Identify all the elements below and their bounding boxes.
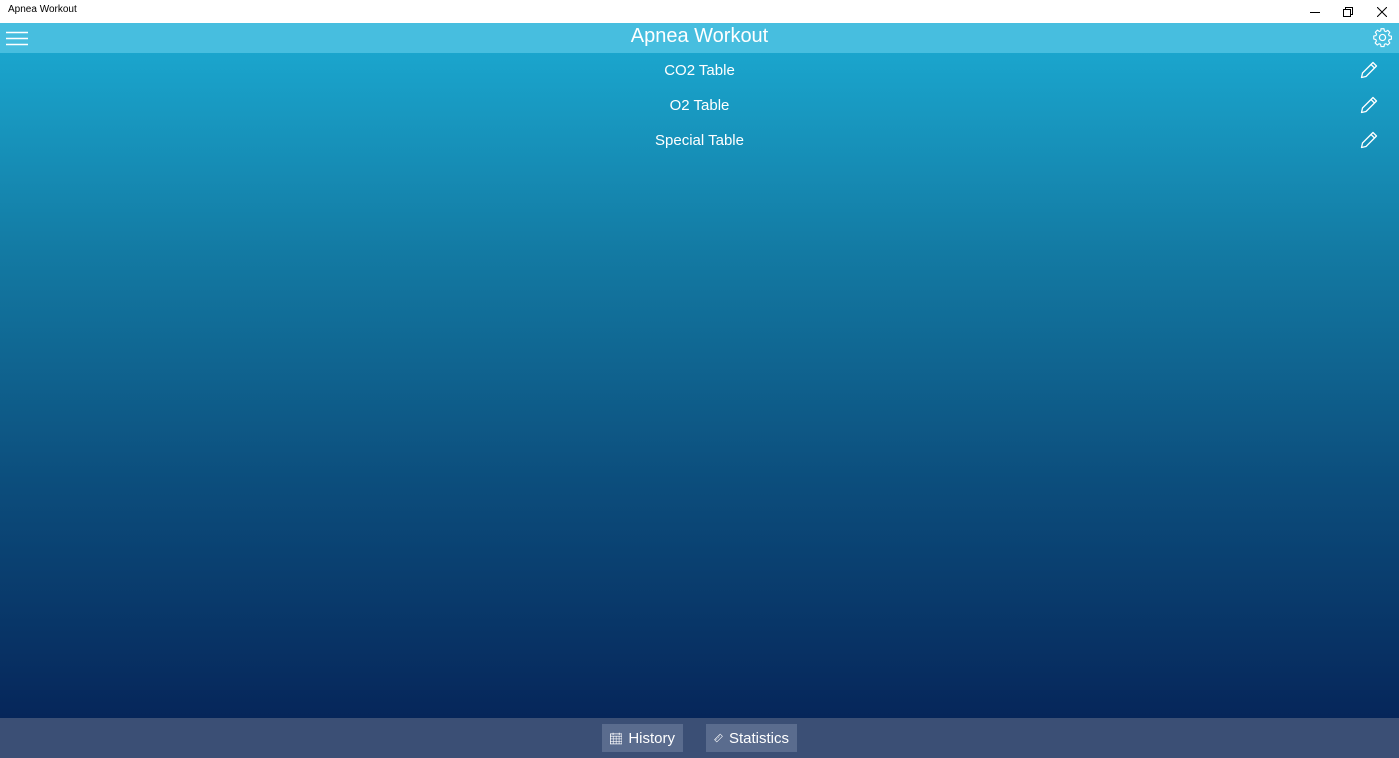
restore-button[interactable]: [1331, 0, 1365, 23]
pencil-icon: [1360, 131, 1378, 149]
table-item-label: CO2 Table: [664, 62, 735, 79]
statistics-button[interactable]: Statistics: [706, 724, 797, 752]
app-title: Apnea Workout: [630, 25, 769, 47]
window-title: Apnea Workout: [8, 4, 77, 15]
history-label: History: [628, 729, 675, 747]
edit-co2-button[interactable]: [1360, 61, 1378, 79]
history-button[interactable]: History: [602, 724, 683, 752]
app-header: Apnea Workout: [0, 23, 1399, 53]
restore-icon: [1343, 6, 1353, 17]
ruler-icon: [714, 733, 723, 743]
main-content: CO2 Table O2 Table Special Table: [0, 53, 1399, 718]
table-item-label: O2 Table: [669, 97, 730, 114]
gear-icon: [1373, 28, 1392, 48]
table-item-co2[interactable]: CO2 Table: [0, 54, 1399, 89]
pencil-icon: [1360, 61, 1378, 79]
table-item-label: Special Table: [655, 132, 744, 149]
close-button[interactable]: [1365, 0, 1399, 23]
statistics-label: Statistics: [728, 729, 789, 747]
calendar-icon: [610, 732, 623, 744]
edit-o2-button[interactable]: [1360, 96, 1378, 114]
minimize-button[interactable]: [1298, 0, 1332, 23]
table-item-special[interactable]: Special Table: [0, 124, 1399, 159]
minimize-icon: [1310, 11, 1320, 13]
pencil-icon: [1360, 96, 1378, 114]
settings-button[interactable]: [1372, 27, 1393, 48]
close-icon: [1377, 6, 1387, 17]
bottom-app-bar: History Statistics: [0, 718, 1399, 758]
window-titlebar: Apnea Workout: [0, 0, 1399, 23]
edit-special-button[interactable]: [1360, 131, 1378, 149]
table-item-o2[interactable]: O2 Table: [0, 89, 1399, 124]
